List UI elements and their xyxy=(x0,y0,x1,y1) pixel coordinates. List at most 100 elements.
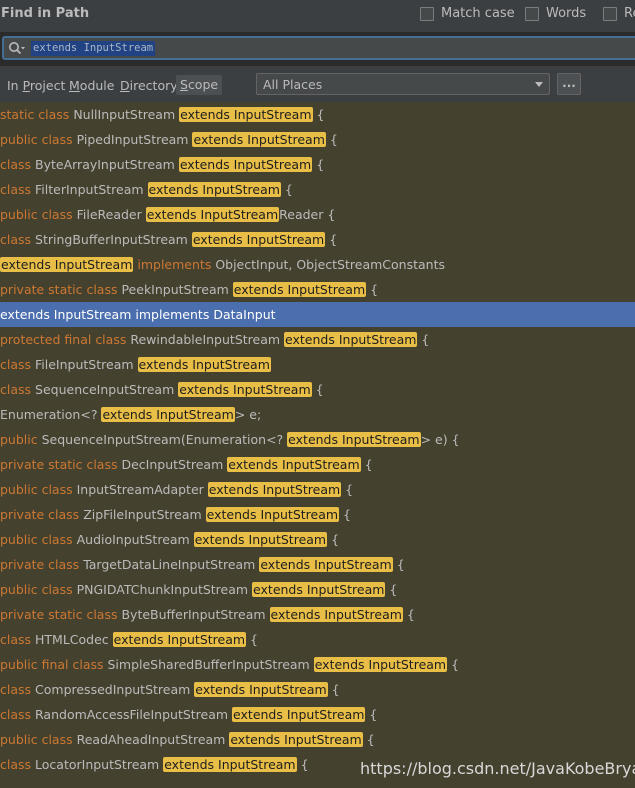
code-text: PipedInputStream xyxy=(76,132,193,147)
code-text: { xyxy=(392,557,405,572)
result-row[interactable]: private class ZipFileInputStream extends… xyxy=(0,502,635,527)
match-highlight: extends InputStream xyxy=(229,732,363,747)
search-field[interactable]: extends InputStream xyxy=(2,36,635,60)
match-highlight: extends InputStream xyxy=(252,582,386,597)
result-row[interactable]: class ByteArrayInputStream extends Input… xyxy=(0,152,635,177)
result-row[interactable]: class FilterInputStream extends InputStr… xyxy=(0,177,635,202)
code-text: DataInput xyxy=(213,307,276,322)
keyword-text: public class xyxy=(0,532,77,547)
tab-in-project[interactable]: In Project xyxy=(7,78,65,93)
code-text: ObjectInput, ObjectStreamConstants xyxy=(215,257,445,272)
code-text: { xyxy=(402,607,415,622)
keyword-text: class xyxy=(0,182,36,197)
search-icon[interactable] xyxy=(8,41,26,57)
result-row[interactable]: class HTMLCodec extends InputStream { xyxy=(0,627,635,652)
result-row[interactable]: class SequenceInputStream extends InputS… xyxy=(0,377,635,402)
checkbox-box[interactable] xyxy=(525,6,539,21)
code-text: ReadAheadInputStream xyxy=(76,732,230,747)
result-row[interactable]: private static class DecInputStream exte… xyxy=(0,452,635,477)
code-text: FileReader xyxy=(76,207,146,222)
code-text: { xyxy=(327,532,340,547)
match-highlight: extends InputStream xyxy=(193,532,328,547)
keyword-text: public class xyxy=(0,132,77,147)
result-row[interactable]: private class TargetDataLineInputStream … xyxy=(0,552,635,577)
code-text: { xyxy=(311,382,324,397)
code-text: ByteArrayInputStream xyxy=(35,157,179,172)
code-text: { xyxy=(339,507,351,522)
code-text: DecInputStream xyxy=(121,457,228,472)
code-text: ZipFileInputStream xyxy=(83,507,206,522)
result-row[interactable]: extends InputStream implements DataInput xyxy=(0,302,635,327)
match-highlight: extends InputStream xyxy=(284,332,418,347)
code-text: { xyxy=(385,582,398,597)
dialog-title: Find in Path xyxy=(1,6,90,21)
keyword-text: public class xyxy=(0,482,77,497)
result-row[interactable]: private static class PeekInputStream ext… xyxy=(0,277,635,302)
result-row[interactable]: protected final class RewindableInputStr… xyxy=(0,327,635,352)
keyword-text: class xyxy=(0,357,36,372)
result-row[interactable]: public class FileReader extends InputStr… xyxy=(0,202,635,227)
words-label: Words xyxy=(546,6,587,21)
code-text: { xyxy=(362,732,375,747)
code-text: { xyxy=(246,632,258,647)
result-row[interactable]: extends InputStream implements ObjectInp… xyxy=(0,252,635,277)
result-row[interactable]: Enumeration<? extends InputStream> e; xyxy=(0,402,635,427)
keyword-text: private static class xyxy=(0,457,122,472)
chevron-down-icon xyxy=(535,82,543,87)
result-row[interactable]: private static class ByteBufferInputStre… xyxy=(0,602,635,627)
code-text: > e) { xyxy=(420,432,460,447)
match-highlight: extends InputStream xyxy=(194,682,328,697)
search-query[interactable]: extends InputStream xyxy=(31,41,156,56)
match-highlight: extends InputStream xyxy=(137,357,271,372)
keyword-text: protected final class xyxy=(0,332,131,347)
result-row[interactable]: class CompressedInputStream extends Inpu… xyxy=(0,677,635,702)
match-case-checkbox[interactable]: Match case xyxy=(420,6,515,21)
scope-combo[interactable]: All Places xyxy=(256,73,550,95)
checkbox-box[interactable] xyxy=(420,6,434,21)
code-text: { xyxy=(280,182,293,197)
keyword-text: public final class xyxy=(0,657,108,672)
code-text: SequenceInputStream(Enumeration<? xyxy=(41,432,288,447)
code-text: { xyxy=(325,232,338,247)
result-row[interactable]: public class PipedInputStream extends In… xyxy=(0,127,635,152)
more-button[interactable]: ... xyxy=(557,73,581,95)
tab-module[interactable]: Module xyxy=(69,78,114,93)
result-row[interactable]: public class PNGIDATChunkInputStream ext… xyxy=(0,577,635,602)
result-row[interactable]: class StringBufferInputStream extends In… xyxy=(0,227,635,252)
match-highlight: extends InputStream xyxy=(145,207,280,222)
match-highlight: extends InputStream xyxy=(313,657,448,672)
keyword-text: class xyxy=(0,157,36,172)
checkbox-box[interactable] xyxy=(603,6,617,21)
keyword-text: private static class xyxy=(0,282,122,297)
result-row[interactable]: public class AudioInputStream extends In… xyxy=(0,527,635,552)
tab-directory[interactable]: Directory xyxy=(120,78,178,93)
keyword-text: static class xyxy=(0,107,74,122)
code-text: InputStreamAdapter xyxy=(76,482,208,497)
match-highlight: extends InputStream xyxy=(0,307,132,322)
code-text: { xyxy=(447,657,460,672)
code-text: FileInputStream xyxy=(35,357,138,372)
keyword-text: class xyxy=(0,632,36,647)
code-text: Enumeration<? xyxy=(0,407,102,422)
words-checkbox[interactable]: Words xyxy=(525,6,586,21)
result-row[interactable]: public SequenceInputStream(Enumeration<?… xyxy=(0,427,635,452)
find-dialog-header: Find in Path Match case Words Re xyxy=(0,0,635,32)
code-text: { xyxy=(365,707,378,722)
code-text: SequenceInputStream xyxy=(35,382,179,397)
match-highlight: extends InputStream xyxy=(259,557,393,572)
code-text: AudioInputStream xyxy=(76,532,194,547)
result-row[interactable]: public final class SimpleSharedBufferInp… xyxy=(0,652,635,677)
match-highlight: extends InputStream xyxy=(179,107,313,122)
code-text: ByteBufferInputStream xyxy=(121,607,270,622)
result-row[interactable]: static class NullInputStream extends Inp… xyxy=(0,102,635,127)
tab-scope[interactable]: Scope xyxy=(176,75,223,95)
match-highlight: extends InputStream xyxy=(178,157,313,172)
keyword-text: private static class xyxy=(0,607,122,622)
result-row[interactable]: class RandomAccessFileInputStream extend… xyxy=(0,702,635,727)
code-text: Reader { xyxy=(279,207,336,222)
result-row[interactable]: public class InputStreamAdapter extends … xyxy=(0,477,635,502)
result-row[interactable]: class FileInputStream extends InputStrea… xyxy=(0,352,635,377)
result-row[interactable]: public class ReadAheadInputStream extend… xyxy=(0,727,635,752)
regex-checkbox[interactable]: Re xyxy=(603,6,635,21)
keyword-text: implements xyxy=(133,257,216,272)
